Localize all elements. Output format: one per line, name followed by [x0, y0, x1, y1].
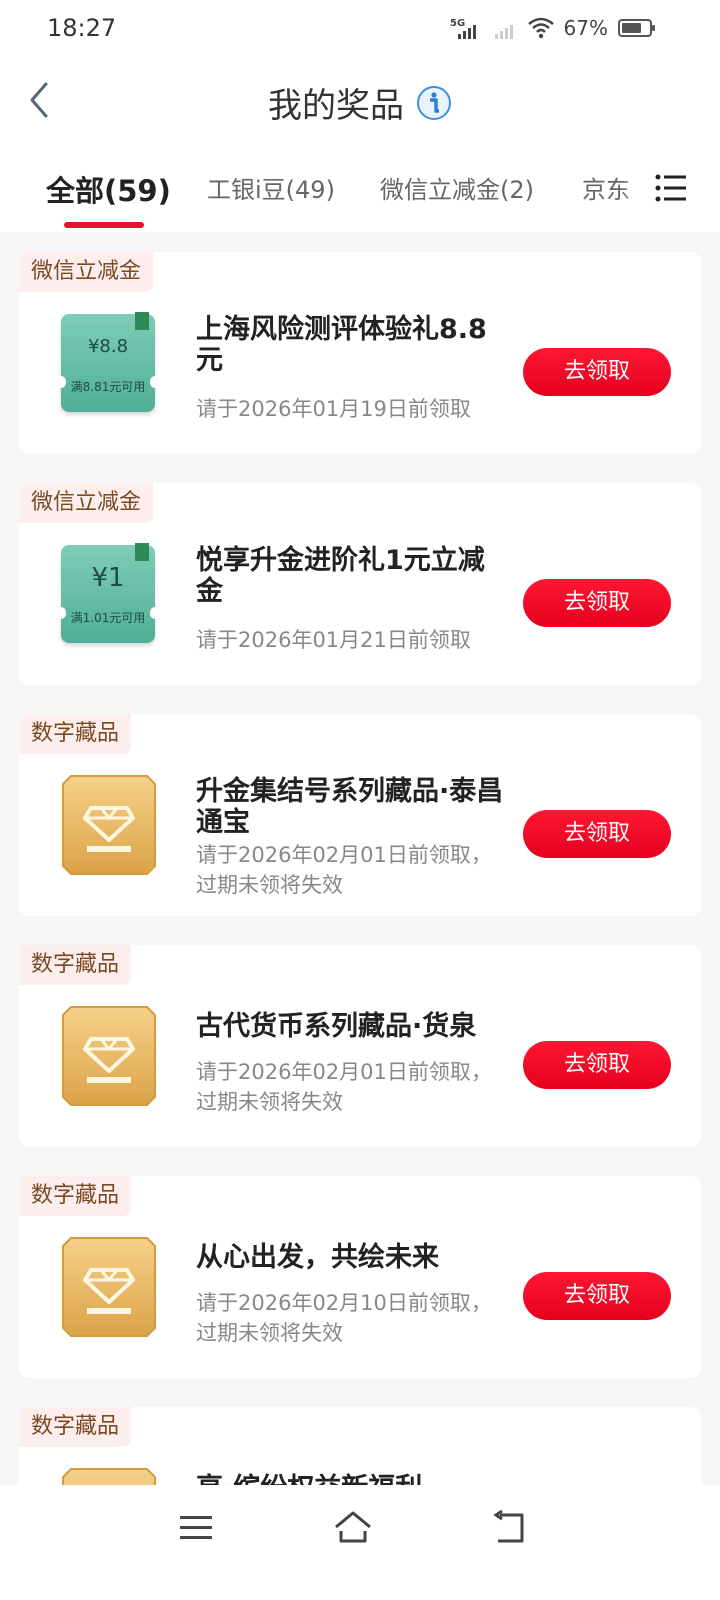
coupon-amount: ¥8.8: [87, 336, 129, 357]
prize-tag: 微信立减金: [19, 252, 154, 292]
prize-card: 微信立减金 ¥8.8 满8.81元可用 上海风险测评体验礼8.8元 请于2026…: [19, 252, 701, 454]
svg-text:5G: 5G: [450, 18, 465, 29]
status-bar: 18:27 5G 67%: [0, 0, 720, 60]
coupon-condition: 满8.81元可用: [70, 380, 146, 394]
prize-title: 升金集结号系列藏品·泰昌通宝: [196, 776, 504, 838]
signal-5g-icon: 5G: [450, 18, 476, 39]
prize-tag: 数字藏品: [19, 1176, 132, 1216]
prize-tag: 数字藏品: [19, 1407, 132, 1447]
menu-icon[interactable]: [174, 1507, 218, 1547]
status-time: 18:27: [47, 14, 117, 42]
digital-collectible-icon: [62, 1006, 156, 1106]
prize-title: 从心出发，共绘未来: [196, 1242, 439, 1273]
page-title: 我的奖品: [268, 86, 404, 126]
signal-secondary-icon: [494, 25, 513, 39]
prize-title: 上海风险测评体验礼8.8元: [196, 314, 487, 376]
status-icons: 5G 67%: [450, 16, 655, 40]
battery-percent: 67%: [563, 16, 608, 40]
tab-all[interactable]: 全部(59): [46, 168, 171, 210]
prize-card: 数字藏品 升金集结号系列藏品·泰昌通宝 请于2026年02月01日前领取，过期未…: [19, 714, 701, 916]
claim-button[interactable]: 去领取: [523, 579, 671, 627]
category-tabs: 全部(59) 工银i豆(49) 微信立减金(2) 京东: [0, 144, 720, 232]
tab-icbc-beans[interactable]: 工银i豆(49): [207, 170, 335, 205]
prize-list: 微信立减金 ¥8.8 满8.81元可用 上海风险测评体验礼8.8元 请于2026…: [0, 232, 720, 1510]
prize-tag: 微信立减金: [19, 483, 154, 523]
home-icon[interactable]: [331, 1507, 375, 1547]
prize-card: 微信立减金 ¥1 满1.01元可用 悦享升金进阶礼1元立减金 请于2026年01…: [19, 483, 701, 685]
claim-button[interactable]: 去领取: [523, 810, 671, 858]
header: 我的奖品: [0, 60, 720, 144]
prize-expiry: 请于2026年02月01日前领取，过期未领将失效: [196, 843, 492, 897]
prize-expiry: 请于2026年02月10日前领取，过期未领将失效: [196, 1291, 492, 1345]
prize-card: 数字藏品 古代货币系列藏品·货泉 请于2026年02月01日前领取，过期未领将失…: [19, 945, 701, 1147]
back-icon[interactable]: [488, 1507, 532, 1547]
tab-list-menu-icon[interactable]: [650, 170, 690, 206]
prize-title: 古代货币系列藏品·货泉: [196, 1011, 477, 1042]
claim-button[interactable]: 去领取: [523, 348, 671, 396]
wechat-coupon-icon: ¥8.8 满8.81元可用: [56, 312, 160, 414]
coupon-condition: 满1.01元可用: [70, 611, 146, 625]
info-icon[interactable]: [416, 85, 452, 121]
battery-icon: [618, 19, 655, 37]
page-title-container: 我的奖品: [0, 78, 720, 127]
tab-wechat-coupon[interactable]: 微信立减金(2): [380, 170, 534, 205]
claim-button[interactable]: 去领取: [523, 1041, 671, 1089]
prize-card: 数字藏品 从心出发，共绘未来 请于2026年02月10日前领取，过期未领将失效 …: [19, 1176, 701, 1378]
digital-collectible-icon: [62, 775, 156, 875]
digital-collectible-icon: [62, 1237, 156, 1337]
system-nav-bar: [0, 1485, 720, 1600]
claim-button[interactable]: 去领取: [523, 1272, 671, 1320]
prize-tag: 数字藏品: [19, 714, 132, 754]
prize-title: 悦享升金进阶礼1元立减金: [196, 545, 485, 607]
wifi-icon: [527, 17, 554, 39]
tab-active-indicator: [64, 222, 144, 228]
prize-tag: 数字藏品: [19, 945, 132, 985]
prize-expiry: 请于2026年01月19日前领取: [196, 397, 471, 421]
prize-expiry: 请于2026年02月01日前领取，过期未领将失效: [196, 1060, 492, 1114]
coupon-amount: ¥1: [91, 563, 125, 593]
wechat-coupon-icon: ¥1 满1.01元可用: [56, 543, 160, 645]
prize-expiry: 请于2026年01月21日前领取: [196, 628, 471, 652]
